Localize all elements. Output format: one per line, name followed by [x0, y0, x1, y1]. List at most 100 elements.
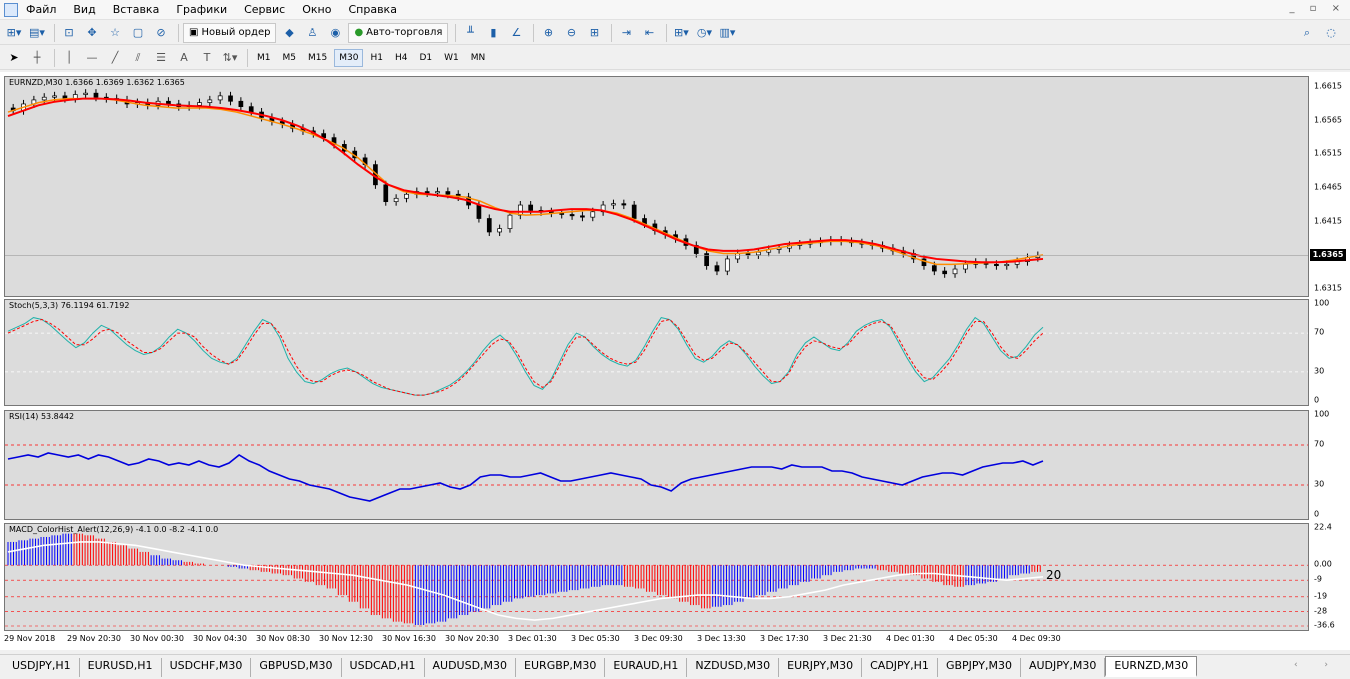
navigator-icon[interactable]: ☆: [105, 23, 125, 43]
autotrading-button[interactable]: ● Авто-торговля: [348, 22, 449, 43]
new-order-button[interactable]: ▣ Новый ордер: [183, 22, 277, 43]
tester-icon[interactable]: ⊘: [151, 23, 171, 43]
axis-tick-label: 70: [1314, 327, 1325, 337]
chart-window[interactable]: EURNZD,M30 1.6366 1.6369 1.6362 1.6365 1…: [0, 72, 1350, 650]
timeframe-m1[interactable]: M1: [252, 49, 276, 67]
candle-body: [476, 204, 482, 219]
zoom-in-icon[interactable]: ⊕: [538, 23, 558, 43]
menu-insert[interactable]: Вставка: [113, 0, 160, 20]
candle-body: [83, 92, 88, 95]
stochastic-pane[interactable]: Stoch(5,3,3) 76.1194 61.7192: [4, 299, 1309, 406]
trendline-icon[interactable]: ╱: [105, 48, 125, 68]
chart-tab[interactable]: CADJPY,H1: [862, 657, 938, 677]
candle-body: [228, 95, 233, 102]
line-chart-icon[interactable]: ∠: [506, 23, 526, 43]
terminal-icon[interactable]: ▢: [128, 23, 148, 43]
axis-tick-label: 1.6315: [1314, 283, 1342, 293]
time-tick-label: 3 Dec 09:30: [634, 634, 683, 643]
chart-tab[interactable]: USDCAD,H1: [342, 657, 425, 677]
chart-tab[interactable]: USDCHF,M30: [162, 657, 252, 677]
zoom-out-icon[interactable]: ⊖: [561, 23, 581, 43]
chart-tab[interactable]: EURNZD,M30: [1105, 655, 1198, 677]
price-axis[interactable]: 1.6615 1.6565 1.6515 1.6465 1.6415 1.6315: [1310, 76, 1350, 297]
horizontal-line-icon[interactable]: —: [82, 48, 102, 68]
time-tick-label: 3 Dec 21:30: [823, 634, 872, 643]
profiles-icon[interactable]: ▤▾: [27, 23, 47, 43]
macd-pane[interactable]: MACD_ColorHist_Alert(12,26,9) -4.1 0.0 -…: [4, 523, 1309, 631]
axis-tick-label: 1.6615: [1314, 81, 1342, 91]
menu-window[interactable]: Окно: [302, 0, 331, 20]
candle-body: [952, 268, 958, 275]
tile-windows-icon[interactable]: ⊞: [584, 23, 604, 43]
rsi-pane[interactable]: RSI(14) 53.8442: [4, 410, 1309, 520]
periods-icon[interactable]: ◷▾: [694, 23, 714, 43]
chart-tab[interactable]: EURGBP,M30: [516, 657, 606, 677]
chart-tab[interactable]: GBPJPY,M30: [938, 657, 1021, 677]
menu-tools[interactable]: Сервис: [244, 0, 285, 20]
toolbar-divider: [178, 23, 179, 42]
chart-tab[interactable]: AUDUSD,M30: [425, 657, 517, 677]
time-tick-label: 29 Nov 20:30: [67, 634, 121, 643]
time-tick-label: 30 Nov 00:30: [130, 634, 184, 643]
autoscroll-icon[interactable]: ⇥: [616, 23, 636, 43]
chart-tab[interactable]: EURJPY,M30: [779, 657, 863, 677]
indicators-icon[interactable]: ⊞▾: [671, 23, 691, 43]
cursor-icon[interactable]: ➤: [4, 48, 24, 68]
candle-body: [507, 214, 513, 229]
window-controls[interactable]: _ ▫ ×: [1289, 3, 1346, 14]
timeframe-m15[interactable]: M15: [303, 49, 332, 67]
arrows-icon[interactable]: ⇅▾: [220, 48, 240, 68]
time-tick-label: 30 Nov 12:30: [319, 634, 373, 643]
chart-tab[interactable]: USDJPY,H1: [4, 657, 80, 677]
timeframe-h1[interactable]: H1: [365, 49, 388, 67]
time-tick-label: 3 Dec 05:30: [571, 634, 620, 643]
chart-tab[interactable]: NZDUSD,M30: [687, 657, 780, 677]
chart-tab[interactable]: GBPUSD,M30: [251, 657, 342, 677]
candlestick-icon[interactable]: ▮: [483, 23, 503, 43]
tab-list: USDJPY,H1 EURUSD,H1 USDCHF,M30 GBPUSD,M30 US…: [4, 655, 1198, 677]
axis-tick-label: 1.6565: [1314, 115, 1342, 125]
menu-help[interactable]: Справка: [348, 0, 396, 20]
axis-tick-label: 1.6465: [1314, 182, 1342, 192]
menu-charts[interactable]: Графики: [176, 0, 227, 20]
search-icon[interactable]: ⌕: [1297, 23, 1317, 43]
time-tick-label: 4 Dec 01:30: [886, 634, 935, 643]
data-window-icon[interactable]: ✥: [82, 23, 102, 43]
chart-tab[interactable]: EURAUD,H1: [605, 657, 688, 677]
channel-icon[interactable]: ⫽: [128, 48, 148, 68]
macd-value-label: 20: [1046, 568, 1061, 582]
market-icon[interactable]: ◉: [325, 23, 345, 43]
vertical-line-icon[interactable]: │: [59, 48, 79, 68]
crosshair-icon[interactable]: ┼: [27, 48, 47, 68]
tab-scroll-arrows[interactable]: ‹ ›: [1294, 660, 1340, 670]
candle-body: [41, 96, 47, 101]
text-icon[interactable]: A: [174, 48, 194, 68]
fibonacci-icon[interactable]: ☰: [151, 48, 171, 68]
timeframe-d1[interactable]: D1: [414, 49, 437, 67]
chart-tab[interactable]: AUDJPY,M30: [1021, 657, 1106, 677]
menu-view[interactable]: Вид: [73, 0, 95, 20]
signals-icon[interactable]: ♙: [302, 23, 322, 43]
chat-icon[interactable]: ◌: [1321, 23, 1341, 43]
price-pane[interactable]: EURNZD,M30 1.6366 1.6369 1.6362 1.6365: [4, 76, 1309, 297]
timeframe-w1[interactable]: W1: [439, 49, 464, 67]
stoch-main-line: [7, 316, 1044, 396]
market-watch-icon[interactable]: ⊡: [59, 23, 79, 43]
menu-file[interactable]: Файл: [26, 0, 56, 20]
chart-shift-icon[interactable]: ⇤: [639, 23, 659, 43]
timeframe-mn[interactable]: MN: [466, 49, 491, 67]
chart-tabs: USDJPY,H1 EURUSD,H1 USDCHF,M30 GBPUSD,M30 US…: [0, 654, 1350, 679]
axis-tick-label: -28: [1314, 606, 1328, 616]
axis-tick-label: 1.6415: [1314, 216, 1342, 226]
candle-body: [724, 258, 730, 272]
text-label-icon[interactable]: T: [197, 48, 217, 68]
timeframe-m30[interactable]: M30: [334, 48, 364, 67]
timeframe-h4[interactable]: H4: [390, 49, 413, 67]
metaeditor-icon[interactable]: ◆: [279, 23, 299, 43]
bar-chart-icon[interactable]: ╨: [460, 23, 480, 43]
axis-tick-label: 30: [1314, 366, 1325, 376]
templates-icon[interactable]: ▥▾: [717, 23, 737, 43]
chart-tab[interactable]: EURUSD,H1: [80, 657, 162, 677]
new-chart-icon[interactable]: ⊞▾: [4, 23, 24, 43]
timeframe-m5[interactable]: M5: [278, 49, 302, 67]
